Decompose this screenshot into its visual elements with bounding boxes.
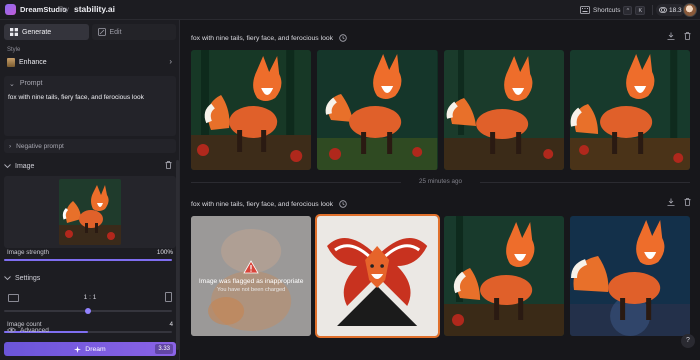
image-strength-label: Image strength	[7, 249, 50, 256]
keyboard-icon	[580, 6, 590, 14]
generated-image[interactable]	[569, 216, 690, 336]
init-image-dropzone[interactable]	[4, 176, 176, 248]
shortcut-key-k: K	[635, 5, 646, 15]
flagged-image[interactable]: Image was flagged as inappropriate You h…	[191, 216, 312, 336]
image-section-header[interactable]: Image	[4, 160, 176, 172]
image-strength-row: Image strength 100%	[7, 249, 173, 256]
reuse-prompt-icon[interactable]	[339, 34, 347, 42]
eye-icon	[7, 327, 16, 333]
chevron-down-icon: ⌄	[9, 81, 15, 88]
generation-prompt: fox with nine tails, fiery face, and fer…	[191, 200, 334, 208]
init-image-thumbnail	[59, 179, 121, 245]
generation-grid	[191, 50, 690, 170]
dreamstudio-logo-icon[interactable]	[5, 4, 16, 15]
user-avatar[interactable]	[683, 3, 697, 17]
image-section-label: Image	[15, 162, 35, 170]
header-divider	[652, 5, 653, 15]
generation-actions	[667, 32, 691, 40]
generation-actions	[667, 198, 691, 206]
settings-section-header[interactable]: Settings	[4, 272, 176, 284]
flagged-title: Image was flagged as inappropriate	[198, 277, 304, 285]
download-icon[interactable]	[667, 32, 675, 40]
credits-value: 18.3	[669, 6, 682, 14]
reuse-prompt-icon[interactable]	[339, 200, 347, 208]
download-icon[interactable]	[667, 198, 675, 206]
style-selector[interactable]: Enhance ›	[4, 55, 176, 69]
warning-icon	[243, 259, 259, 273]
shortcuts-button[interactable]: Shortcuts ^ K	[580, 4, 646, 16]
prompt-label: Prompt	[19, 80, 43, 87]
image-strength-fill	[4, 259, 172, 261]
top-bar: DreamStudio by stability.ai Shortcuts ^ …	[0, 0, 700, 20]
image-count-value: 4	[169, 321, 173, 328]
generated-image[interactable]	[191, 50, 312, 170]
portrait-ratio-icon[interactable]	[165, 292, 172, 302]
tab-generate[interactable]: Generate	[4, 24, 89, 40]
app-by: by	[62, 5, 69, 13]
edit-icon	[97, 28, 106, 36]
aspect-ratio-control[interactable]: 1 : 1	[4, 290, 176, 306]
image-strength-value: 100%	[156, 249, 173, 256]
style-value: Enhance	[19, 58, 47, 66]
mode-tabs: Generate Edit	[4, 24, 176, 40]
credits-badge[interactable]: 18.3	[656, 4, 685, 16]
aspect-ratio-slider[interactable]	[4, 308, 172, 314]
dream-cost: 3.33	[155, 344, 173, 354]
panel-scrollbar[interactable]	[176, 160, 179, 350]
settings-section-label: Settings	[15, 274, 41, 282]
grid-icon	[10, 28, 18, 36]
chevron-right-icon: ›	[9, 142, 12, 150]
generated-image-selected[interactable]	[315, 214, 440, 338]
flagged-overlay: Image was flagged as inappropriate You h…	[191, 216, 312, 336]
sparkle-icon	[74, 345, 82, 353]
generated-image[interactable]	[569, 50, 690, 170]
style-label: Style	[7, 47, 21, 53]
generated-image[interactable]	[443, 216, 564, 336]
chevron-down-icon	[4, 163, 11, 168]
negative-prompt-toggle[interactable]: › Negative prompt	[4, 139, 176, 153]
generations-area: fox with nine tails, fiery face, and fer…	[181, 20, 700, 360]
chevron-down-icon	[4, 275, 11, 280]
generation-header: fox with nine tails, fiery face, and fer…	[191, 32, 691, 44]
settings-panel: Generate Edit Style Enhance › ⌄ Prompt f…	[0, 20, 180, 360]
timestamp-divider	[480, 182, 690, 183]
trash-icon[interactable]	[684, 198, 691, 206]
chevron-right-icon: ›	[169, 57, 172, 66]
aspect-ratio-value: 1 : 1	[83, 294, 97, 301]
image-strength-slider[interactable]	[4, 259, 172, 261]
coins-icon	[659, 7, 667, 13]
prompt-panel: ⌄ Prompt fox with nine tails, fiery face…	[4, 76, 176, 136]
trash-icon[interactable]	[165, 161, 172, 171]
prompt-input[interactable]: fox with nine tails, fiery face, and fer…	[8, 94, 144, 101]
app-name: DreamStudio	[20, 5, 67, 14]
shortcut-key-ctrl: ^	[623, 5, 633, 15]
generated-image[interactable]	[317, 50, 438, 170]
style-thumbnail	[7, 57, 15, 67]
shortcuts-label: Shortcuts	[593, 6, 621, 14]
generation-header: fox with nine tails, fiery face, and fer…	[191, 198, 691, 210]
help-button[interactable]: ?	[681, 334, 695, 348]
company-name: stability.ai	[74, 4, 115, 14]
advanced-label: Advanced	[20, 326, 49, 334]
tab-generate-label: Generate	[22, 28, 52, 36]
generation-prompt: fox with nine tails, fiery face, and fer…	[191, 34, 334, 42]
dream-label: Dream	[85, 345, 106, 353]
tab-edit[interactable]: Edit	[91, 24, 176, 40]
negative-prompt-label: Negative prompt	[16, 142, 64, 150]
trash-icon[interactable]	[684, 32, 691, 40]
tab-edit-label: Edit	[109, 28, 122, 36]
generated-image[interactable]	[443, 50, 564, 170]
aspect-ratio-thumb[interactable]	[85, 308, 91, 314]
prompt-header[interactable]: ⌄ Prompt	[9, 80, 42, 88]
generation-grid: Image was flagged as inappropriate You h…	[191, 214, 690, 338]
advanced-toggle[interactable]: Advanced	[7, 325, 49, 335]
dream-button[interactable]: Dream 3.33	[4, 342, 176, 356]
flagged-subtitle: You have not been charged	[217, 286, 286, 293]
